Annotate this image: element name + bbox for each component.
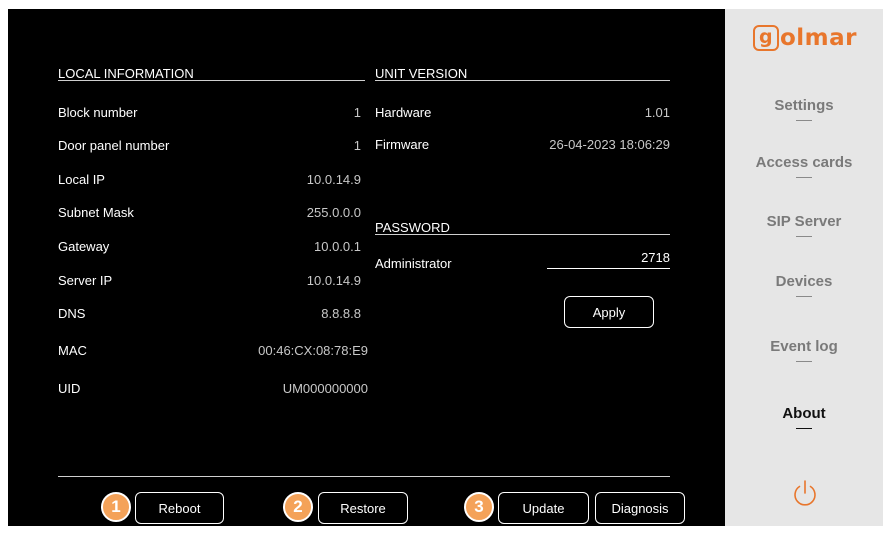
sidebar: g olmar Settings Access cards SIP Server … xyxy=(725,9,883,526)
sidebar-item-access-cards[interactable]: Access cards xyxy=(725,154,883,178)
gateway-value: 10.0.0.1 xyxy=(314,239,361,254)
sidebar-item-devices[interactable]: Devices xyxy=(725,273,883,297)
administrator-password-input[interactable]: 2718 xyxy=(547,248,670,269)
gateway-label: Gateway xyxy=(58,239,110,254)
sidebar-item-label: Event log xyxy=(770,338,838,355)
firmware-value: 26-04-2023 18:06:29 xyxy=(549,137,670,152)
password-title: PASSWORD xyxy=(375,220,450,235)
unit-version-divider xyxy=(375,80,670,81)
badge-1: 1 xyxy=(101,492,131,522)
footer-divider xyxy=(58,476,670,477)
sidebar-item-about[interactable]: About xyxy=(725,405,883,429)
local-info-title: LOCAL INFORMATION xyxy=(58,66,194,81)
apply-button[interactable]: Apply xyxy=(564,296,654,328)
sidebar-item-sip-server[interactable]: SIP Server xyxy=(725,213,883,237)
unit-version-title: UNIT VERSION xyxy=(375,66,468,81)
dns-value: 8.8.8.8 xyxy=(321,306,361,321)
badge-3: 3 xyxy=(464,492,494,522)
sidebar-item-label: SIP Server xyxy=(766,213,842,230)
subnet-mask-label: Subnet Mask xyxy=(58,205,134,220)
update-button[interactable]: Update xyxy=(498,492,589,524)
block-number-label: Block number xyxy=(58,105,138,120)
door-panel-number-value: 1 xyxy=(353,138,361,153)
local-ip-label: Local IP xyxy=(58,172,105,187)
uid-label: UID xyxy=(58,381,81,396)
sidebar-item-settings[interactable]: Settings xyxy=(725,97,883,121)
uid-value: UM000000000 xyxy=(282,381,368,396)
sidebar-item-label: Access cards xyxy=(755,154,853,171)
sidebar-item-event-log[interactable]: Event log xyxy=(725,338,883,362)
mac-label: MAC xyxy=(58,343,87,358)
reboot-button[interactable]: Reboot xyxy=(135,492,224,524)
password-divider xyxy=(375,234,670,235)
sidebar-item-label: Settings xyxy=(774,97,834,114)
local-info-divider xyxy=(58,80,365,81)
server-ip-label: Server IP xyxy=(58,273,113,288)
dns-label: DNS xyxy=(58,306,86,321)
sidebar-item-label: Devices xyxy=(775,273,833,290)
badge-2: 2 xyxy=(283,492,313,522)
power-icon[interactable] xyxy=(791,479,819,509)
administrator-label: Administrator xyxy=(375,256,452,271)
hardware-value: 1.01 xyxy=(644,105,670,120)
subnet-mask-value: 255.0.0.0 xyxy=(306,205,361,220)
mac-value: 00:46:CX:08:78:E9 xyxy=(258,343,368,358)
golmar-logo: g olmar xyxy=(753,25,857,51)
diagnosis-button[interactable]: Diagnosis xyxy=(595,492,685,524)
server-ip-value: 10.0.14.9 xyxy=(306,273,361,288)
firmware-label: Firmware xyxy=(375,137,430,152)
administrator-password-value: 2718 xyxy=(641,250,670,265)
restore-button[interactable]: Restore xyxy=(318,492,408,524)
sidebar-item-label: About xyxy=(782,405,826,422)
main-panel: LOCAL INFORMATION Block number 1 Door pa… xyxy=(8,9,725,526)
block-number-value: 1 xyxy=(353,105,361,120)
local-ip-value: 10.0.14.9 xyxy=(306,172,361,187)
hardware-label: Hardware xyxy=(375,105,432,120)
door-panel-number-label: Door panel number xyxy=(58,138,170,153)
